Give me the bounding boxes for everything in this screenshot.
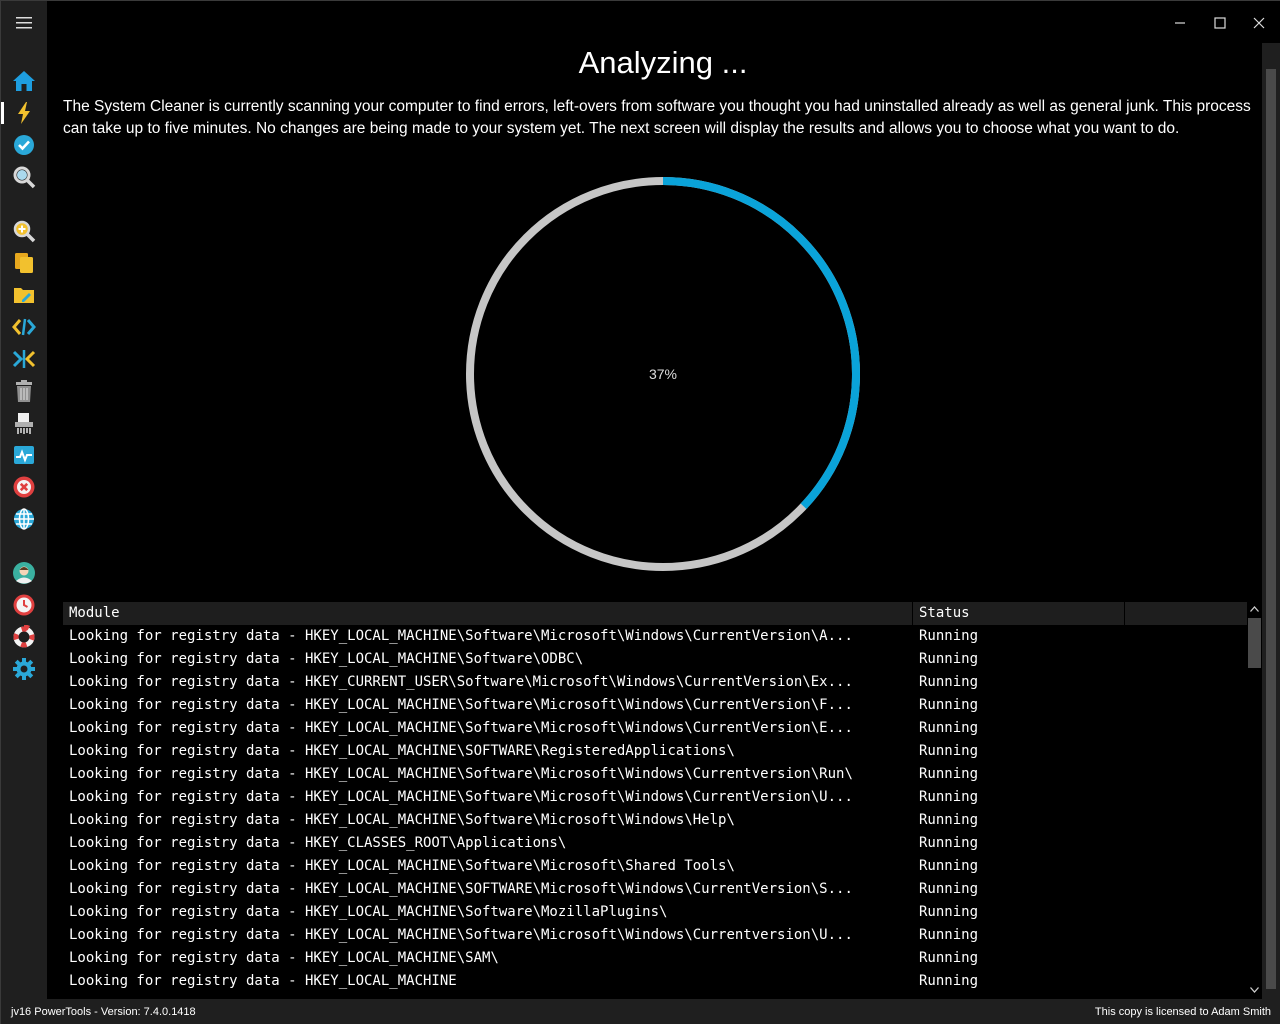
app-window: Analyzing ... The System Cleaner is curr… (0, 0, 1280, 1024)
trash-icon[interactable] (9, 377, 39, 405)
table-row[interactable]: Looking for registry data - HKEY_LOCAL_M… (63, 740, 1247, 763)
main-scrollbar-thumb[interactable] (1266, 69, 1276, 989)
status-cell: Running (919, 973, 979, 989)
minimize-icon[interactable] (1163, 7, 1197, 39)
main-scrollbar[interactable] (1262, 43, 1280, 999)
merge-arrows-icon[interactable] (9, 345, 39, 373)
magnifier-icon[interactable] (9, 163, 39, 191)
gear-icon[interactable] (9, 655, 39, 683)
folder-edit-icon[interactable] (9, 281, 39, 309)
search-plus-icon[interactable] (9, 217, 39, 245)
table-row[interactable]: Looking for registry data - HKEY_LOCAL_M… (63, 901, 1247, 924)
status-cell: Running (919, 743, 979, 759)
table-row[interactable]: Looking for registry data - HKEY_LOCAL_M… (63, 717, 1247, 740)
home-icon[interactable] (9, 67, 39, 95)
code-brackets-icon[interactable] (9, 313, 39, 341)
table-row[interactable]: Looking for registry data - HKEY_LOCAL_M… (63, 970, 1247, 993)
page-title: Analyzing ... (578, 45, 748, 80)
status-cell: Running (919, 651, 979, 667)
table-header: Module Status (63, 602, 1247, 625)
column-divider[interactable] (912, 602, 913, 625)
table-row[interactable]: Looking for registry data - HKEY_LOCAL_M… (63, 924, 1247, 947)
column-header-module[interactable]: Module (69, 605, 120, 621)
module-cell: Looking for registry data - HKEY_CLASSES… (69, 835, 567, 851)
table-row[interactable]: Looking for registry data - HKEY_LOCAL_M… (63, 625, 1247, 648)
table-row[interactable]: Looking for registry data - HKEY_LOCAL_M… (63, 694, 1247, 717)
module-cell: Looking for registry data - HKEY_LOCAL_M… (69, 858, 735, 874)
sidebar (1, 1, 47, 999)
error-x-icon[interactable] (9, 473, 39, 501)
module-cell: Looking for registry data - HKEY_LOCAL_M… (69, 812, 735, 828)
status-cell: Running (919, 789, 979, 805)
license-text: This copy is licensed to Adam Smith (1094, 1006, 1271, 1018)
module-cell: Looking for registry data - HKEY_CURRENT… (69, 674, 853, 690)
module-cell: Looking for registry data - HKEY_LOCAL_M… (69, 743, 735, 759)
status-cell: Running (919, 835, 979, 851)
status-cell: Running (919, 904, 979, 920)
table-row[interactable]: Looking for registry data - HKEY_LOCAL_M… (63, 763, 1247, 786)
module-cell: Looking for registry data - HKEY_LOCAL_M… (69, 766, 853, 782)
table-row[interactable]: Looking for registry data - HKEY_LOCAL_M… (63, 786, 1247, 809)
module-cell: Looking for registry data - HKEY_LOCAL_M… (69, 927, 853, 943)
version-text: jv16 PowerTools - Version: 7.4.0.1418 (11, 1006, 196, 1018)
table-row[interactable]: Looking for registry data - HKEY_LOCAL_M… (63, 809, 1247, 832)
column-header-status[interactable]: Status (919, 605, 970, 621)
shredder-icon[interactable] (9, 409, 39, 437)
status-cell: Running (919, 950, 979, 966)
module-cell: Looking for registry data - HKEY_LOCAL_M… (69, 973, 457, 989)
status-cell: Running (919, 812, 979, 828)
module-cell: Looking for registry data - HKEY_LOCAL_M… (69, 628, 853, 644)
status-cell: Running (919, 766, 979, 782)
status-cell: Running (919, 674, 979, 690)
monitor-pulse-icon[interactable] (9, 441, 39, 469)
title-bar (47, 1, 1280, 43)
table-row[interactable]: Looking for registry data - HKEY_CLASSES… (63, 832, 1247, 855)
table-row[interactable]: Looking for registry data - HKEY_LOCAL_M… (63, 947, 1247, 970)
scroll-up-icon[interactable] (1247, 602, 1262, 616)
checkmark-icon[interactable] (9, 131, 39, 159)
column-divider[interactable] (1124, 602, 1125, 625)
module-cell: Looking for registry data - HKEY_LOCAL_M… (69, 904, 668, 920)
close-icon[interactable] (1242, 7, 1276, 39)
globe-icon[interactable] (9, 505, 39, 533)
module-cell: Looking for registry data - HKEY_LOCAL_M… (69, 950, 499, 966)
table-scrollbar-thumb[interactable] (1248, 618, 1261, 668)
progress-ring: 37% (465, 176, 861, 572)
status-cell: Running (919, 881, 979, 897)
progress-percent: 37% (648, 366, 678, 382)
status-cell: Running (919, 628, 979, 644)
status-cell: Running (919, 927, 979, 943)
scroll-down-icon[interactable] (1247, 983, 1262, 997)
copy-files-icon[interactable] (9, 249, 39, 277)
table-row[interactable]: Looking for registry data - HKEY_LOCAL_M… (63, 648, 1247, 671)
module-cell: Looking for registry data - HKEY_LOCAL_M… (69, 881, 853, 897)
module-cell: Looking for registry data - HKEY_LOCAL_M… (69, 697, 853, 713)
status-cell: Running (919, 720, 979, 736)
status-cell: Running (919, 858, 979, 874)
module-cell: Looking for registry data - HKEY_LOCAL_M… (69, 720, 853, 736)
status-cell: Running (919, 697, 979, 713)
clock-icon[interactable] (9, 591, 39, 619)
table-row[interactable]: Looking for registry data - HKEY_CURRENT… (63, 671, 1247, 694)
module-cell: Looking for registry data - HKEY_LOCAL_M… (69, 651, 584, 667)
page-description: The System Cleaner is currently scanning… (63, 98, 1251, 137)
hamburger-menu-icon[interactable] (9, 9, 39, 37)
status-bar: jv16 PowerTools - Version: 7.4.0.1418 Th… (1, 999, 1280, 1024)
lightning-icon[interactable] (1, 99, 39, 127)
maximize-icon[interactable] (1203, 7, 1237, 39)
lifebuoy-icon[interactable] (9, 623, 39, 651)
table-row[interactable]: Looking for registry data - HKEY_LOCAL_M… (63, 878, 1247, 901)
module-table: Module Status Looking for registry data … (63, 602, 1262, 999)
table-row[interactable]: Looking for registry data - HKEY_LOCAL_M… (63, 855, 1247, 878)
user-avatar-icon[interactable] (9, 559, 39, 587)
table-scrollbar[interactable] (1247, 602, 1262, 999)
module-cell: Looking for registry data - HKEY_LOCAL_M… (69, 789, 853, 805)
